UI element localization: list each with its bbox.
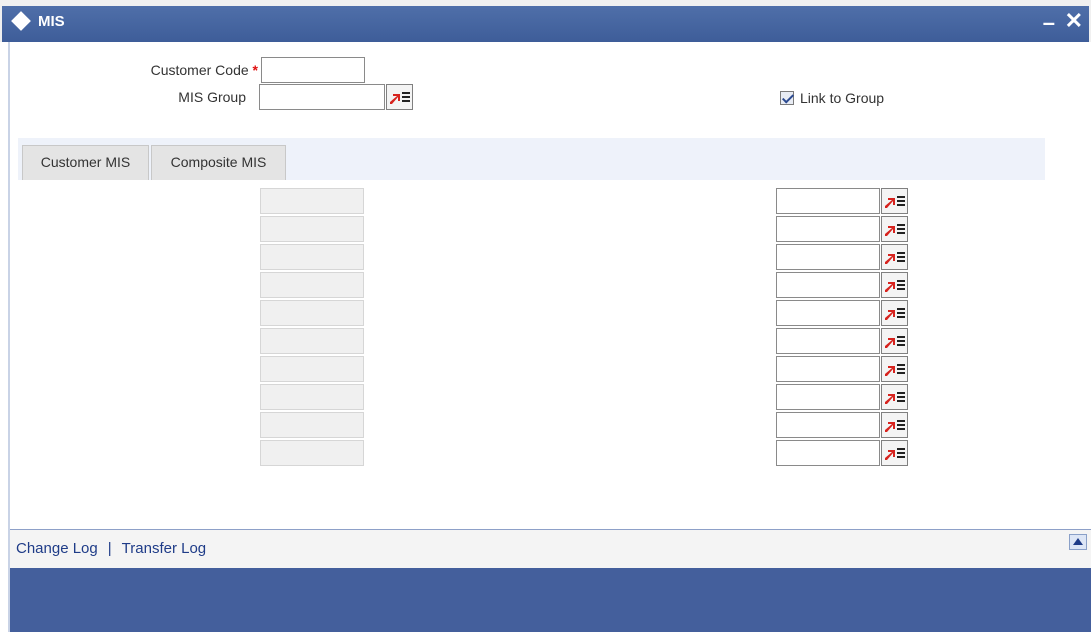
mis-class-field	[260, 300, 364, 326]
mis-value-input[interactable]	[776, 356, 880, 382]
mis-value-input[interactable]	[776, 244, 880, 270]
scroll-up-arrow-icon[interactable]	[1069, 534, 1087, 550]
titlebar-bar: MIS – ✕	[2, 6, 1089, 42]
mis-class-field	[260, 412, 364, 438]
window-title: MIS	[38, 13, 65, 30]
customer-code-label-group: Customer Code *	[100, 62, 258, 78]
mis-value-input[interactable]	[776, 412, 880, 438]
mis-value-input[interactable]	[776, 188, 880, 214]
mis-value-input[interactable]	[776, 384, 880, 410]
footer-bar: Change Log | Transfer Log	[10, 530, 1091, 568]
tab-bar: Customer MIS Composite MIS	[18, 138, 1045, 180]
mis-group-input[interactable]	[259, 84, 385, 110]
bottom-button-band	[10, 568, 1091, 632]
minimize-button[interactable]: –	[1043, 6, 1055, 40]
link-to-group-label: Link to Group	[800, 90, 885, 106]
customer-code-label: Customer Code	[150, 62, 249, 78]
mis-value-input[interactable]	[776, 216, 880, 242]
change-log-link[interactable]: Change Log	[16, 540, 98, 557]
close-button[interactable]: ✕	[1065, 6, 1083, 36]
mis-value-input[interactable]	[776, 272, 880, 298]
mis-value-lov-icon[interactable]	[881, 356, 908, 382]
mis-class-field	[260, 244, 364, 270]
mis-value-input[interactable]	[776, 328, 880, 354]
tab-composite-mis[interactable]: Composite MIS	[151, 145, 286, 180]
mis-group-lov-icon[interactable]	[386, 84, 413, 110]
mis-value-input[interactable]	[776, 300, 880, 326]
required-marker: *	[252, 62, 258, 78]
window-titlebar: MIS – ✕	[0, 0, 1091, 42]
link-to-group-checkbox[interactable]	[780, 91, 794, 105]
mis-value-lov-icon[interactable]	[881, 272, 908, 298]
transfer-log-link[interactable]: Transfer Log	[122, 540, 207, 557]
mis-class-field	[260, 384, 364, 410]
mis-class-field	[260, 356, 364, 382]
mis-value-lov-icon[interactable]	[881, 216, 908, 242]
mis-value-lov-icon[interactable]	[881, 412, 908, 438]
tab-customer-mis[interactable]: Customer MIS	[22, 145, 149, 180]
mis-class-field	[260, 440, 364, 466]
customer-code-input[interactable]	[261, 57, 365, 83]
mis-value-lov-icon[interactable]	[881, 384, 908, 410]
mis-value-input[interactable]	[776, 440, 880, 466]
mis-class-field	[260, 216, 364, 242]
mis-class-field	[260, 272, 364, 298]
footer-links: Change Log | Transfer Log	[16, 540, 206, 557]
footer-separator: |	[107, 540, 112, 557]
mis-value-lov-icon[interactable]	[881, 188, 908, 214]
mis-value-lov-icon[interactable]	[881, 244, 908, 270]
diamond-icon	[11, 11, 31, 31]
mis-group-label: MIS Group	[178, 89, 246, 105]
mis-class-field	[260, 188, 364, 214]
mis-class-field	[260, 328, 364, 354]
mis-value-lov-icon[interactable]	[881, 300, 908, 326]
mis-value-lov-icon[interactable]	[881, 328, 908, 354]
mis-value-lov-icon[interactable]	[881, 440, 908, 466]
